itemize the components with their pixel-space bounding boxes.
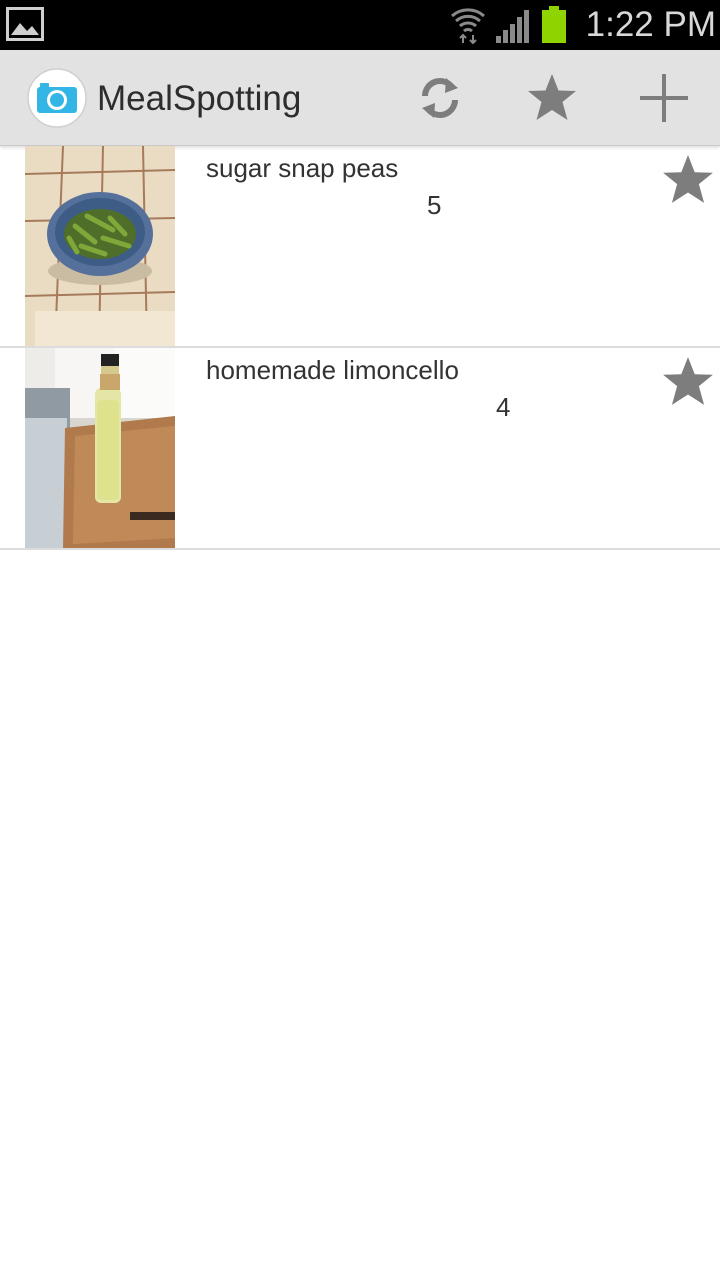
meal-photo bbox=[25, 348, 175, 548]
status-bar: 1:22 PM bbox=[0, 0, 720, 50]
meal-count: 5 bbox=[427, 190, 442, 220]
meal-name: sugar snap peas bbox=[206, 153, 399, 183]
star-icon[interactable] bbox=[660, 354, 716, 410]
add-button[interactable] bbox=[632, 66, 696, 130]
wifi-icon bbox=[451, 8, 485, 44]
favorites-button[interactable] bbox=[520, 66, 584, 130]
camera-icon[interactable] bbox=[27, 68, 87, 128]
meal-photo bbox=[25, 146, 175, 346]
signal-icon bbox=[496, 10, 529, 43]
app-title: MealSpotting bbox=[97, 79, 302, 118]
action-bar: MealSpotting bbox=[0, 50, 720, 146]
meal-list: sugar snap peas 5 homemade limoncello 4 bbox=[0, 146, 720, 550]
meal-count: 4 bbox=[496, 392, 511, 422]
meal-name: homemade limoncello bbox=[206, 355, 459, 385]
plus-icon bbox=[640, 74, 688, 122]
refresh-icon bbox=[422, 78, 458, 118]
star-icon bbox=[528, 74, 576, 120]
status-time: 1:22 PM bbox=[585, 5, 716, 44]
battery-icon bbox=[542, 6, 566, 43]
list-item[interactable]: sugar snap peas 5 bbox=[0, 146, 720, 348]
list-item[interactable]: homemade limoncello 4 bbox=[0, 348, 720, 550]
refresh-button[interactable] bbox=[408, 66, 472, 130]
star-icon[interactable] bbox=[660, 152, 716, 208]
gallery-icon bbox=[6, 7, 44, 41]
